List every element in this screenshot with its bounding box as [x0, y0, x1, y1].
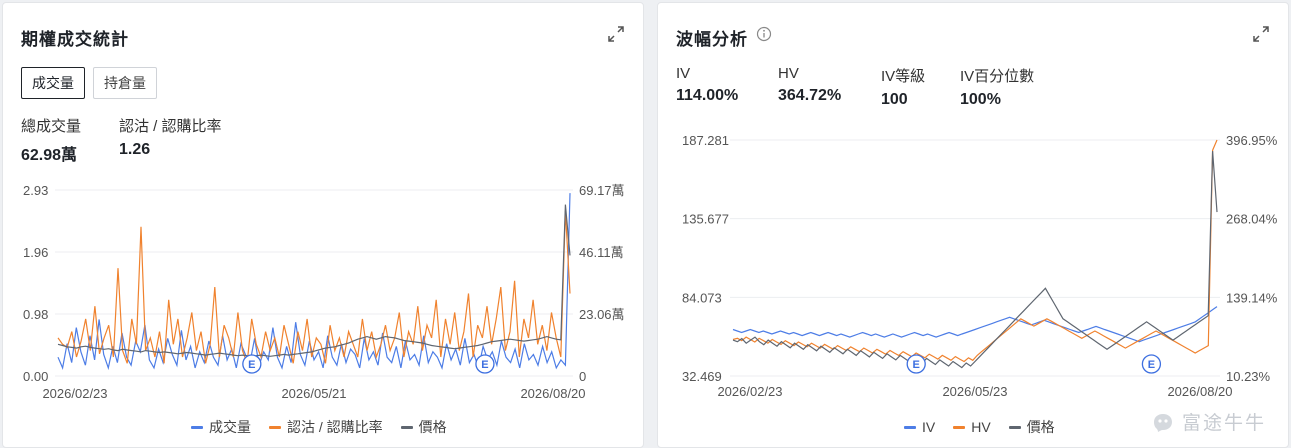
x-tick-label: 2026/05/23	[942, 384, 1007, 398]
stat-value: 1.26	[119, 141, 151, 158]
y-right-tick-label: 46.11萬	[579, 245, 624, 260]
y-right-tick-label: 69.17萬	[579, 183, 625, 198]
option-volume-panel: 期權成交統計 成交量 持倉量 總成交量 62.98萬 認沽 / 認購比率 1.2…	[2, 2, 644, 448]
y-right-tick-label: 139.14%	[1226, 290, 1278, 305]
y-left-tick-label: 0.00	[23, 369, 48, 384]
y-right-tick-label: 0	[579, 369, 586, 384]
stat-iv: IV 114.00%	[676, 65, 738, 105]
stat-iv-rank: IV等級 100	[881, 65, 925, 109]
tab-bar: 成交量 持倉量	[21, 67, 157, 99]
legend-item[interactable]: IV	[904, 417, 935, 437]
volatility-chart: 32.469 10.23% 84.073 139.14% 135.677 268.04% 1…	[682, 133, 1278, 398]
y-right-tick-label: 268.04%	[1226, 212, 1278, 227]
earnings-marker-label: E	[481, 359, 488, 371]
stat-label: 認沽 / 認購比率	[119, 118, 222, 135]
earnings-e-marker-icon[interactable]: E	[475, 354, 495, 374]
tab-open-interest[interactable]: 持倉量	[93, 67, 157, 99]
stat-value: 62.98萬	[21, 147, 78, 164]
legend-item[interactable]: HV	[953, 417, 991, 437]
expand-arrows-icon[interactable]	[1252, 25, 1270, 43]
legend-label: 成交量	[209, 419, 251, 435]
legend-label: 認沽 / 認購比率	[287, 419, 383, 435]
legend-item[interactable]: 價格	[400, 417, 447, 437]
watermark-text: 富途牛牛	[1181, 413, 1266, 434]
earnings-marker-label: E	[1148, 359, 1155, 371]
legend-item[interactable]: 成交量	[191, 417, 251, 437]
stat-hv: HV 364.72%	[778, 65, 841, 105]
stat-value: 100%	[960, 91, 1001, 108]
stat-value: 114.00%	[676, 87, 739, 104]
y-left-tick-label: 0.98	[23, 307, 48, 322]
legend-swatch	[191, 425, 203, 429]
x-tick-label: 2026/08/20	[1167, 384, 1232, 398]
legend-swatch	[1008, 425, 1021, 429]
tab-volume[interactable]: 成交量	[21, 67, 85, 99]
y-right-tick-label: 396.95%	[1226, 133, 1278, 148]
x-tick-label: 2026/02/23	[717, 384, 782, 398]
earnings-marker-label: E	[248, 359, 255, 371]
y-left-tick-label: 2.93	[23, 183, 48, 198]
chart-legend: 成交量 認沽 / 認購比率 價格	[191, 417, 447, 437]
y-left-tick-label: 135.677	[682, 212, 729, 227]
y-left-tick-label: 84.073	[682, 290, 722, 305]
stat-label: IV	[676, 65, 691, 82]
legend-label: 價格	[1026, 419, 1055, 435]
series-line	[732, 151, 1218, 369]
info-circle-icon[interactable]	[756, 26, 772, 42]
futu-logo-icon	[1153, 413, 1172, 432]
stat-label: HV	[778, 65, 799, 82]
stat-value: 100	[881, 91, 908, 108]
legend-item[interactable]: 認沽 / 認購比率	[269, 417, 383, 437]
legend-swatch	[953, 425, 966, 429]
x-tick-label: 2026/05/21	[281, 386, 346, 398]
panel-title: 波幅分析	[676, 30, 748, 49]
y-right-tick-label: 23.06萬	[579, 307, 625, 322]
chart-legend: IV HV 價格	[904, 417, 1055, 437]
y-left-tick-label: 32.469	[682, 369, 722, 384]
legend-swatch	[904, 425, 916, 429]
stat-total-volume: 總成交量 62.98萬	[21, 115, 81, 165]
stat-label: IV百分位數	[960, 68, 1035, 85]
volatility-panel: 波幅分析 IV 114.00% HV 364.72% IV等級 100 IV百分…	[657, 2, 1289, 448]
x-tick-label: 2026/08/20	[520, 386, 585, 398]
stat-value: 364.72%	[778, 87, 842, 104]
volume-chart: 0.00 0 0.98 23.06萬 1.96 46.11萬 2.93 69.17萬 2026/…	[23, 183, 625, 398]
legend-swatch	[269, 425, 281, 429]
y-left-tick-label: 1.96	[23, 245, 48, 260]
series-line	[732, 139, 1218, 363]
stat-label: 總成交量	[21, 118, 82, 135]
futu-watermark: 富途牛牛	[1150, 408, 1266, 435]
earnings-e-marker-icon[interactable]: E	[1141, 354, 1162, 374]
series-line	[732, 306, 1218, 343]
legend-label: HV	[971, 419, 991, 435]
series-line	[57, 210, 571, 364]
earnings-marker-label: E	[913, 359, 920, 371]
y-left-tick-label: 187.281	[682, 133, 729, 148]
stat-put-call-ratio: 認沽 / 認購比率 1.26	[119, 115, 222, 159]
stat-iv-percentile: IV百分位數 100%	[960, 65, 1034, 109]
earnings-e-marker-icon[interactable]: E	[906, 354, 926, 374]
x-tick-label: 2026/02/23	[42, 386, 107, 398]
expand-arrows-icon[interactable]	[607, 25, 625, 43]
legend-label: 價格	[418, 419, 447, 435]
earnings-e-marker-icon[interactable]: E	[242, 354, 262, 374]
panel-title: 期權成交統計	[21, 30, 129, 49]
y-right-tick-label: 10.23%	[1226, 369, 1271, 384]
stat-label: IV等級	[881, 68, 926, 85]
legend-label: IV	[922, 419, 936, 435]
legend-swatch	[400, 425, 413, 429]
legend-item[interactable]: 價格	[1008, 417, 1055, 437]
